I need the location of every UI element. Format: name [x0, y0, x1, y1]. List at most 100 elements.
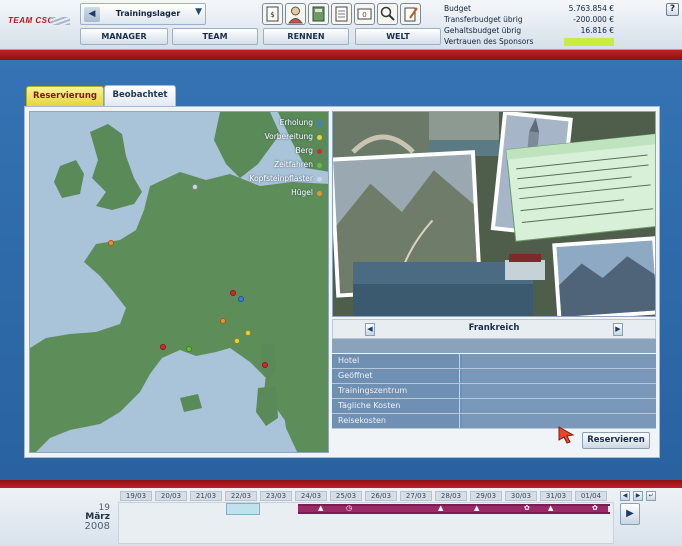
nav-manager-button[interactable]: MANAGER: [80, 28, 168, 45]
nav-rennen-button[interactable]: RENNEN: [263, 28, 349, 45]
info-label: Trainingszentrum: [332, 384, 460, 398]
hill-icon: ▲: [318, 504, 324, 512]
legend-dot-icon: [317, 120, 322, 126]
calendar-day[interactable]: 01/04: [575, 491, 607, 501]
mountain-icon: ▲: [438, 504, 444, 512]
calendar-advance-button[interactable]: ▶: [620, 503, 640, 525]
legend-label: Hügel: [291, 188, 313, 197]
calendar-day[interactable]: 25/03: [330, 491, 362, 501]
edit-icon[interactable]: [400, 3, 421, 25]
calendar-day[interactable]: 29/03: [470, 491, 502, 501]
calendar-selection[interactable]: [226, 503, 260, 515]
calendar-day[interactable]: 22/03: [225, 491, 257, 501]
svg-text:0: 0: [362, 11, 366, 19]
calendar-day[interactable]: 23/03: [260, 491, 292, 501]
race-schedule-fill: [298, 506, 608, 512]
legend-dot-icon: [317, 176, 322, 182]
nav-welt-button[interactable]: WELT: [355, 28, 441, 45]
cobble-icon: ✿: [524, 504, 530, 512]
calendar-day[interactable]: 19/03: [120, 491, 152, 501]
team-logo: TEAM CSC: [8, 16, 54, 25]
map-pin-berg[interactable]: [230, 290, 236, 296]
map-pin-vorbereitung[interactable]: [245, 330, 251, 336]
legend-label: Berg: [295, 146, 313, 155]
map-pin-zeitfahren[interactable]: [186, 346, 192, 352]
legend-huegel: Hügel: [291, 188, 322, 197]
calendar-day[interactable]: 24/03: [295, 491, 327, 501]
info-value: [462, 369, 656, 383]
location-photo-collage: [332, 111, 656, 317]
sponsor-trust-bar: [564, 38, 614, 46]
calendar-return-button[interactable]: ↵: [646, 491, 656, 501]
map-pin-berg[interactable]: [262, 362, 268, 368]
transfer-budget-row: Transferbudget übrig -200.000 €: [444, 14, 616, 25]
budget-value: 5.763.854 €: [568, 4, 614, 13]
sponsor-trust-label: Vertrauen des Sponsors: [444, 37, 534, 46]
help-button[interactable]: ?: [666, 3, 679, 16]
contract-icon[interactable]: $: [262, 3, 283, 25]
map-pin-huegel[interactable]: [220, 318, 226, 324]
camp-info-table: Hotel Geöffnet Trainingszentrum Tägliche…: [332, 354, 656, 429]
message-icon[interactable]: 0: [354, 3, 375, 25]
tab-reservierung[interactable]: Reservierung: [26, 86, 104, 106]
europe-map[interactable]: Erholung Vorbereitung Berg Zeitfahren Ko…: [29, 111, 329, 453]
country-next-button[interactable]: ▶: [613, 323, 623, 336]
camp-select[interactable]: ◀ Trainingslager ▼: [80, 3, 206, 25]
cobble-icon: ✿: [592, 504, 598, 512]
calendar-prev-button[interactable]: ◀: [620, 491, 630, 501]
salary-budget-label: Gehaltsbudget übrig: [444, 26, 522, 35]
calendar-day[interactable]: 21/03: [190, 491, 222, 501]
calendar-day[interactable]: 28/03: [435, 491, 467, 501]
hill-icon: ▲: [548, 504, 554, 512]
reserve-button[interactable]: Reservieren: [582, 432, 650, 449]
info-value: [462, 354, 656, 368]
calendar-day[interactable]: 27/03: [400, 491, 432, 501]
info-row-geoeffnet: Geöffnet: [332, 369, 656, 384]
country-prev-button[interactable]: ◀: [365, 323, 375, 336]
camp-select-label: Trainingslager: [115, 9, 181, 18]
legend-vorbereitung: Vorbereitung: [265, 132, 322, 141]
info-label: Reisekosten: [332, 414, 460, 428]
transfer-budget-value: -200.000 €: [573, 15, 614, 24]
manager-icon[interactable]: [285, 3, 306, 25]
map-pin-berg[interactable]: [160, 344, 166, 350]
legend-dot-icon: [317, 134, 322, 140]
map-pin-vorbereitung[interactable]: [234, 338, 240, 344]
document-icon[interactable]: [331, 3, 352, 25]
calendar-day[interactable]: 30/03: [505, 491, 537, 501]
calendar-day[interactable]: 26/03: [365, 491, 397, 501]
content-panel: Erholung Vorbereitung Berg Zeitfahren Ko…: [24, 106, 660, 458]
svg-text:$: $: [270, 11, 274, 19]
info-row-taegliche-kosten: Tägliche Kosten: [332, 399, 656, 414]
top-bar: TEAM CSC ◀ Trainingslager ▼ MANAGER TEAM…: [0, 0, 682, 50]
legend-label: Kopfsteinpflaster: [249, 174, 313, 183]
map-pin-erholung[interactable]: [238, 296, 244, 302]
calendar-day[interactable]: 20/03: [155, 491, 187, 501]
tab-beobachtet[interactable]: Beobachtet: [104, 85, 176, 106]
info-row-trainingszentrum: Trainingszentrum: [332, 384, 656, 399]
salary-budget-value: 16.816 €: [580, 26, 614, 35]
calendar-bar: 19 März 2008 19/03 20/03 21/03 22/03 23/…: [0, 488, 682, 546]
header-stripe: [0, 50, 682, 60]
book-icon[interactable]: [308, 3, 329, 25]
legend-label: Erholung: [279, 118, 313, 127]
info-row-reisekosten: Reisekosten: [332, 414, 656, 429]
info-value: [462, 384, 656, 398]
camp-prev-button[interactable]: ◀: [84, 7, 100, 22]
chevron-down-icon[interactable]: ▼: [195, 7, 202, 17]
legend-berg: Berg: [296, 146, 322, 155]
info-row-hotel: Hotel: [332, 354, 656, 369]
hill-icon: ▲: [474, 504, 480, 512]
race-schedule-bar[interactable]: ▲ ◷ ▲ ▲ ✿ ▲ ✿: [298, 504, 610, 514]
info-label: Hotel: [332, 354, 460, 368]
map-pin-huegel[interactable]: [108, 240, 114, 246]
calendar-next-button[interactable]: ▶: [633, 491, 643, 501]
clock-icon: ◷: [346, 504, 353, 512]
map-pin-kopfsteinpflaster[interactable]: [192, 184, 198, 190]
calendar-day[interactable]: 31/03: [540, 491, 572, 501]
legend-dot-icon: [317, 162, 322, 168]
info-header-strip: [332, 339, 656, 353]
calendar-track: 19/03 20/03 21/03 22/03 23/03 24/03 25/0…: [118, 488, 614, 544]
search-icon[interactable]: [377, 3, 398, 25]
nav-team-button[interactable]: TEAM: [172, 28, 258, 45]
